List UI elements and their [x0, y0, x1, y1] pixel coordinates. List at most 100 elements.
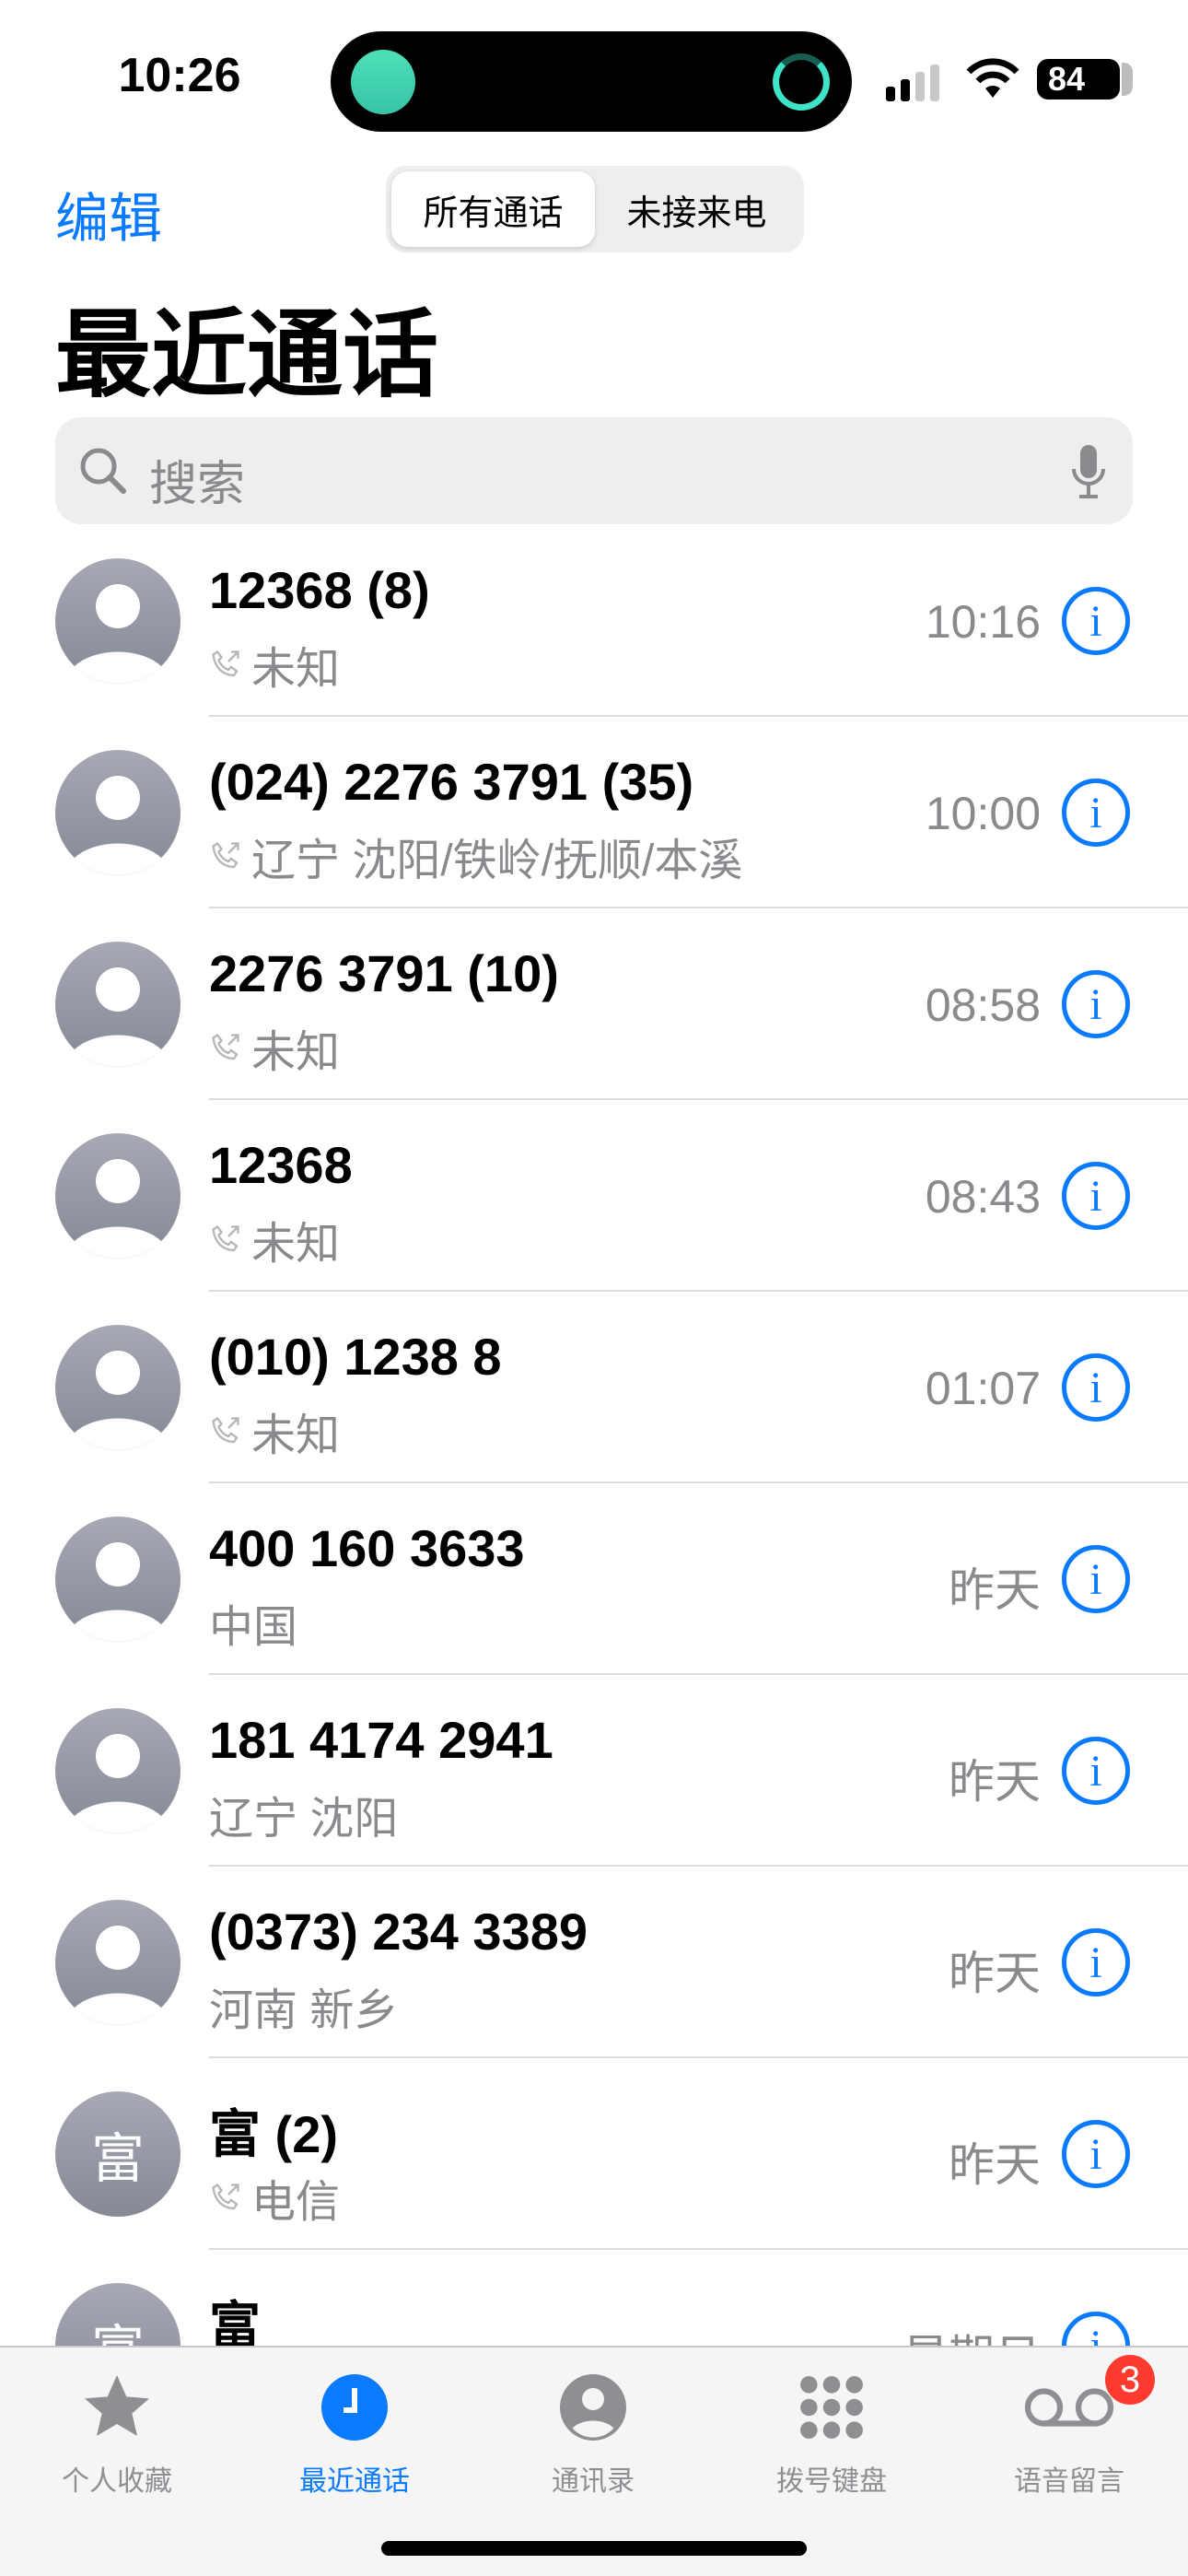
tab-label: 个人收藏 [62, 2466, 172, 2497]
caller-subtitle: 未知 [209, 632, 340, 697]
caller-subtitle: 电信 [209, 2165, 340, 2230]
caller-subtitle: 河南 新乡 [209, 1973, 398, 2038]
status-time: 10:26 [118, 49, 241, 102]
clock-icon [321, 2374, 388, 2441]
home-indicator[interactable] [381, 2541, 807, 2556]
call-time: 昨天 [949, 1564, 1041, 1616]
outgoing-call-icon [212, 2183, 239, 2210]
avatar-person-icon [74, 1542, 162, 1642]
info-icon: i [1089, 1554, 1102, 1604]
caller-name: 12368 [209, 1136, 353, 1194]
call-time: 昨天 [949, 2139, 1041, 2191]
search-input[interactable]: 搜索 [55, 417, 1133, 524]
caller-name: 181 4174 2941 [209, 1711, 553, 1769]
info-button[interactable]: i [1062, 970, 1130, 1038]
call-time: 昨天 [949, 1756, 1041, 1808]
call-row[interactable]: 12368 未知 08:43 i [0, 1100, 1188, 1292]
call-time: 10:00 [925, 788, 1041, 839]
caller-name: 12368 (8) [209, 561, 430, 619]
info-icon: i [1089, 596, 1102, 646]
tab-contacts[interactable]: 通讯录 [501, 2366, 685, 2499]
call-row[interactable]: 400 160 3633 中国 昨天 i [0, 1483, 1188, 1675]
app-activity-icon [351, 50, 415, 114]
caller-location: 未知 [251, 645, 341, 694]
avatar-person-icon [74, 584, 162, 684]
info-button[interactable]: i [1062, 1162, 1130, 1230]
caller-name: (024) 2276 3791 (35) [209, 753, 694, 811]
tab-favorites[interactable]: 个人收藏 [25, 2366, 209, 2499]
tab-label: 拨号键盘 [776, 2466, 887, 2497]
progress-ring-icon [773, 53, 830, 111]
outgoing-call-icon [212, 650, 239, 677]
caller-location: 未知 [251, 1028, 341, 1077]
avatar-initial: 富 [90, 2129, 145, 2189]
call-filter-segmented-control[interactable]: 所有通话 未接来电 [386, 166, 804, 252]
edit-button[interactable]: 编辑 [55, 175, 162, 252]
info-icon: i [1089, 788, 1102, 837]
info-icon: i [1089, 1363, 1102, 1412]
caller-subtitle: 辽宁 沈阳 [209, 1782, 398, 1846]
outgoing-call-icon [212, 1224, 239, 1252]
caller-name: (010) 1238 8 [209, 1328, 502, 1386]
page-title: 最近通话 [55, 302, 439, 409]
outgoing-call-icon [212, 1033, 239, 1060]
avatar-person-icon [74, 1159, 162, 1259]
tab-label: 最近通话 [299, 2466, 410, 2497]
avatar [55, 1133, 181, 1259]
avatar-person-icon [74, 967, 162, 1067]
avatar [55, 558, 181, 684]
avatar [55, 1900, 181, 2025]
info-button[interactable]: i [1062, 1353, 1130, 1422]
caller-location: 河南 新乡 [209, 1986, 399, 2035]
info-button[interactable]: i [1062, 779, 1130, 847]
call-row[interactable]: 181 4174 2941 辽宁 沈阳 昨天 i [0, 1675, 1188, 1867]
wifi-icon [966, 58, 1019, 98]
info-button[interactable]: i [1062, 587, 1130, 655]
call-row[interactable]: (0373) 234 3389 河南 新乡 昨天 i [0, 1867, 1188, 2058]
info-icon: i [1089, 2129, 1102, 2179]
voicemail-icon [1024, 2388, 1114, 2427]
call-row[interactable]: 2276 3791 (10) 未知 08:58 i [0, 908, 1188, 1100]
call-time: 08:43 [925, 1171, 1041, 1223]
segment-missed-calls[interactable]: 未接来电 [595, 171, 798, 247]
caller-subtitle: 未知 [209, 1207, 340, 1271]
info-icon: i [1089, 1746, 1102, 1796]
info-button[interactable]: i [1062, 1737, 1130, 1805]
caller-location: 辽宁 沈阳 [209, 1795, 399, 1844]
segment-all-calls[interactable]: 所有通话 [391, 171, 595, 247]
call-time: 昨天 [949, 1948, 1041, 1999]
caller-location: 电信 [251, 2178, 341, 2227]
info-button[interactable]: i [1062, 1545, 1130, 1613]
keypad-icon [800, 2376, 863, 2439]
avatar [55, 1516, 181, 1642]
call-row[interactable]: 12368 (8) 未知 10:16 i [0, 525, 1188, 717]
caller-name: 400 160 3633 [209, 1519, 525, 1577]
avatar [55, 1708, 181, 1833]
tab-label: 语音留言 [1014, 2466, 1124, 2497]
avatar-person-icon [74, 1351, 162, 1450]
avatar-person-icon [74, 1926, 162, 2025]
tab-label: 通讯录 [552, 2466, 635, 2497]
call-time: 10:16 [925, 596, 1041, 648]
call-row[interactable]: (010) 1238 8 未知 01:07 i [0, 1292, 1188, 1483]
avatar [55, 750, 181, 875]
caller-location: 辽宁 沈阳/铁岭/抚顺/本溪 [251, 837, 743, 885]
microphone-icon[interactable] [1070, 443, 1107, 500]
info-button[interactable]: i [1062, 1928, 1130, 1996]
caller-location: 中国 [209, 1603, 298, 1652]
tab-keypad[interactable]: 拨号键盘 [740, 2366, 924, 2499]
voicemail-badge: 3 [1105, 2355, 1155, 2405]
caller-name: 富 (2) [209, 2105, 338, 2163]
tab-recents[interactable]: 最近通话 [262, 2366, 447, 2499]
info-button[interactable]: i [1062, 2120, 1130, 2188]
caller-subtitle: 未知 [209, 1015, 340, 1080]
info-icon: i [1089, 1171, 1102, 1221]
call-row[interactable]: 富 富 (2) 电信 昨天 i [0, 2058, 1188, 2250]
call-row[interactable]: (024) 2276 3791 (35) 辽宁 沈阳/铁岭/抚顺/本溪 10:0… [0, 717, 1188, 908]
call-time: 01:07 [925, 1363, 1041, 1414]
outgoing-call-icon [212, 1416, 239, 1444]
caller-name: 2276 3791 (10) [209, 944, 559, 1002]
avatar-person-icon [74, 1734, 162, 1833]
dynamic-island[interactable] [331, 31, 852, 132]
caller-location: 未知 [251, 1220, 341, 1269]
